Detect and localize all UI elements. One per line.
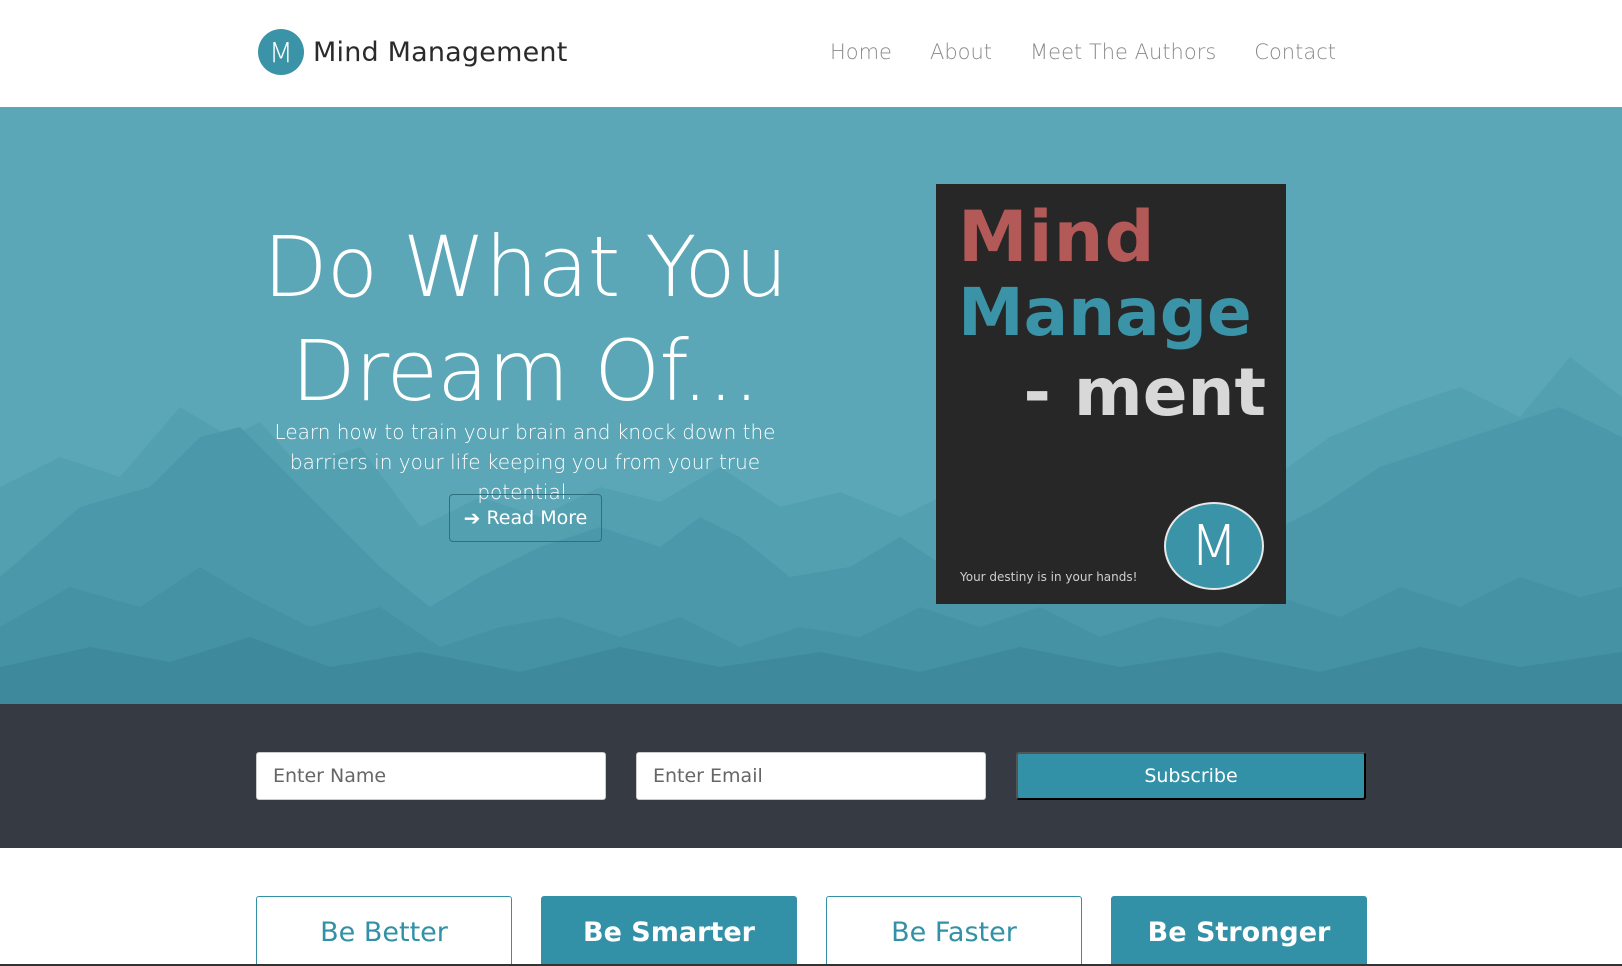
hero-title-line1: Do What You [263,218,788,316]
brand-logo-icon: M [258,29,304,75]
subscribe-band: Enter Name Enter Email Subscribe [0,704,1622,848]
nav-meet-the-authors[interactable]: Meet The Authors [1030,40,1216,64]
feature-box-be-better: Be Better [256,896,512,966]
book-title-ment: - ment [1023,354,1266,431]
subscribe-button[interactable]: Subscribe [1016,752,1366,800]
hero: Do What You Dream Of... Learn how to tra… [0,107,1622,704]
email-input[interactable]: Enter Email [636,752,986,800]
hero-title-line2: Dream Of... [291,322,760,420]
feature-boxes: Be Better Be Smarter Be Faster Be Strong… [0,848,1622,966]
read-more-button[interactable]: ➔ Read More [449,494,602,542]
name-input[interactable]: Enter Name [256,752,606,800]
book-tagline: Your destiny is in your hands! [960,570,1138,584]
feature-box-be-faster: Be Faster [826,896,1082,966]
hero-title: Do What You Dream Of... [225,215,825,423]
feature-box-be-stronger: Be Stronger [1111,896,1367,966]
nav-contact[interactable]: Contact [1254,40,1336,64]
book-cover: Mind Manage - ment Your destiny is in yo… [936,184,1286,604]
arrow-right-icon: ➔ [463,506,481,530]
book-title-manage: Manage [958,274,1252,351]
brand[interactable]: M Mind Management [258,29,568,75]
brand-name: Mind Management [313,36,568,68]
book-title-mind: Mind [958,196,1156,278]
read-more-label: Read More [486,507,588,529]
nav-about[interactable]: About [930,40,992,64]
nav-home[interactable]: Home [830,40,892,64]
main-nav: Home About Meet The Authors Contact [792,40,1336,64]
book-logo-icon: M [1164,502,1264,590]
feature-box-be-smarter: Be Smarter [541,896,797,966]
navbar: M Mind Management Home About Meet The Au… [0,0,1622,107]
